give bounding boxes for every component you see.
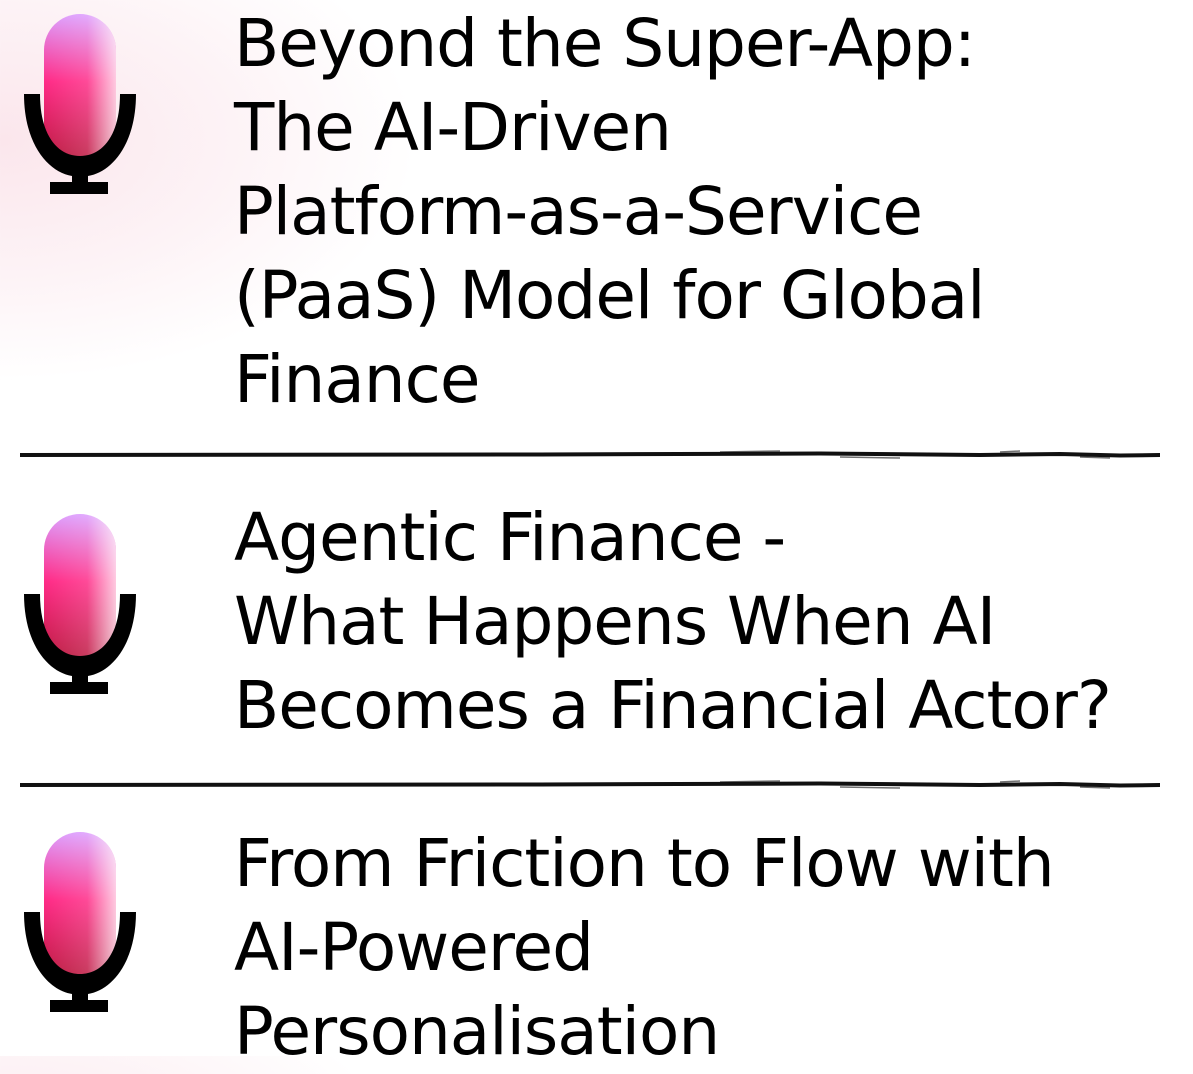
microphone-icon [24, 832, 136, 1012]
episode-title-line: Finance [234, 341, 480, 418]
podcast-episode-list: { "episodes": [ { "icon": "microphone-ic… [0, 0, 1193, 1070]
divider [20, 780, 1160, 789]
episode-title[interactable]: From Friction to Flow with AI-Powered Pe… [234, 822, 1055, 1074]
episode-title-line: Personalisation [234, 993, 720, 1070]
episode-title-line: From Friction to Flow with [234, 825, 1055, 902]
episode-title-line: Platform-as-a-Service [234, 173, 923, 250]
episode-title-line: What Happens When AI [234, 583, 996, 660]
episode-title-line: (PaaS) Model for Global [234, 257, 986, 334]
episode-title-line: Agentic Finance - [234, 499, 786, 576]
microphone-icon [24, 514, 136, 694]
episode-title[interactable]: Agentic Finance - What Happens When AI B… [234, 496, 1112, 748]
episode-title-line: AI-Powered [234, 909, 594, 986]
episode-title[interactable]: Beyond the Super-App: The AI-Driven Plat… [234, 2, 986, 422]
episode-title-line: The AI-Driven [234, 89, 672, 166]
episode-title-line: Beyond the Super-App: [234, 5, 976, 82]
episode-title-line: Becomes a Financial Actor? [234, 667, 1112, 744]
divider [20, 450, 1160, 459]
microphone-icon [24, 14, 136, 194]
